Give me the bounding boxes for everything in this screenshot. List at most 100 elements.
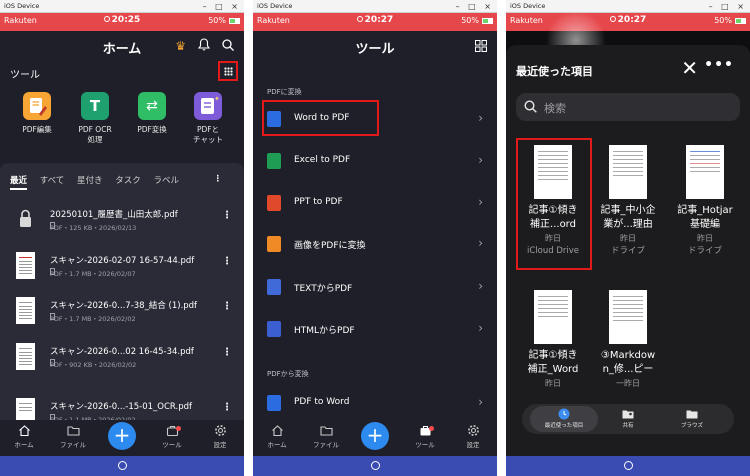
tab-starred[interactable]: 星付き [77, 174, 103, 186]
chat-pdf-icon: ✦ [194, 92, 222, 120]
tab-settings[interactable]: 設定 [200, 424, 240, 449]
picker-tab-bar: 最近使った項目 共有 ブラウズ [522, 404, 734, 434]
file-thumbnail [16, 343, 35, 370]
file-row[interactable]: スキャン-2026-0...7-38_結合 (1).pdf PDF・1.7 MB… [0, 293, 244, 333]
recent-doc-item[interactable]: 記事①傾き 補正_Word 昨日 [514, 290, 592, 390]
file-more-icon[interactable]: ⋮ [222, 256, 232, 267]
menu-label: 画像をPDFに変換 [294, 241, 366, 251]
tab-settings[interactable]: 設定 [453, 424, 493, 449]
word-icon [267, 395, 281, 411]
gear-icon [214, 425, 226, 436]
bottom-tab-bar: ホーム ファイル + ツール 設定 [0, 420, 244, 456]
file-meta: PDF・1.7 MB・2026/02/02 [50, 313, 136, 323]
document-icon [50, 313, 55, 320]
tab-browse[interactable]: ブラウズ [662, 408, 722, 429]
recent-doc-item[interactable]: 記事_Hotjar 基礎編 昨日 ドライブ [666, 145, 744, 258]
menu-pdf-to-word[interactable]: PDF to Word › [253, 388, 497, 418]
battery-indicator: 50% [714, 16, 746, 25]
tab-labels[interactable]: ラベル [153, 174, 179, 186]
menu-excel-to-pdf[interactable]: Excel to PDF › [253, 146, 497, 176]
bottom-tab-bar: ホーム ファイル + ツール 設定 [253, 420, 497, 456]
tool-pdf-convert[interactable]: ⇄ PDF変換 [127, 92, 177, 135]
tabs-more-icon[interactable]: ⋮ [214, 174, 223, 184]
doc-location: ドライブ [610, 246, 645, 256]
recent-doc-item[interactable]: 記事_中小企 業が...理由 昨日 ドライブ [589, 145, 667, 258]
tab-shared[interactable]: 共有 [598, 408, 658, 429]
powerpoint-icon [267, 195, 281, 211]
doc-location: ドライブ [687, 246, 722, 256]
chevron-right-icon: › [478, 279, 483, 293]
menu-text-to-pdf[interactable]: TEXTからPDF › [253, 272, 497, 302]
search-placeholder: 検索 [544, 102, 566, 115]
file-more-icon[interactable]: ⋮ [222, 402, 232, 413]
window-controls[interactable]: – □ × [709, 0, 747, 13]
file-row[interactable]: スキャン-2026-0...02 16-45-34.pdf PDF・902 KB… [0, 339, 244, 379]
close-icon[interactable]: ✕ [681, 58, 698, 78]
folder-icon [686, 410, 698, 419]
window-controls[interactable]: – □ × [456, 0, 494, 13]
window-title: iOS Device [257, 2, 293, 10]
crown-icon[interactable]: ♛ [175, 39, 186, 53]
home-icon [18, 425, 30, 437]
add-button[interactable]: + [361, 422, 389, 450]
tab-home[interactable]: ホーム [4, 424, 44, 449]
file-name: スキャン-2026-02-07 16-57-44.pdf [50, 256, 195, 266]
file-more-icon[interactable]: ⋮ [222, 210, 232, 221]
file-thumbnail [16, 297, 35, 324]
doc-name: 記事①傾き 補正_Word [527, 350, 579, 375]
tab-recent-items[interactable]: 最近使った項目 [534, 408, 594, 429]
menu-image-to-pdf[interactable]: 画像をPDFに変換 › [253, 229, 497, 259]
window-controls[interactable]: – □ × [203, 0, 241, 13]
html-file-icon [267, 321, 281, 337]
search-field[interactable]: 検索 [516, 93, 740, 121]
ocr-icon: T [81, 92, 109, 120]
menu-label: HTMLからPDF [294, 326, 355, 336]
chevron-right-icon: › [478, 153, 483, 167]
tool-pdf-ocr[interactable]: T PDF OCR 処理 [70, 92, 120, 145]
home-button-icon[interactable] [623, 461, 633, 470]
doc-thumbnail [609, 290, 647, 344]
doc-date: 昨日 [545, 379, 561, 388]
tab-recent[interactable]: 最近 [10, 174, 28, 190]
tool-pdf-edit[interactable]: PDF編集 [12, 92, 62, 135]
menu-html-to-pdf[interactable]: HTMLからPDF › [253, 314, 497, 344]
svg-text:✦: ✦ [214, 95, 220, 103]
notification-badge [429, 426, 434, 431]
battery-icon [482, 18, 493, 24]
tab-tools[interactable]: ツール [152, 424, 192, 449]
document-icon [50, 222, 55, 229]
all-tools-grid-button[interactable] [218, 61, 238, 81]
document-icon [50, 359, 55, 366]
section-from-pdf: PDFから変換 [267, 370, 309, 378]
home-button-icon[interactable] [370, 461, 380, 470]
tab-files[interactable]: ファイル [306, 424, 346, 449]
convert-icon: ⇄ [138, 92, 166, 120]
file-more-icon[interactable]: ⋮ [222, 301, 232, 312]
home-button-icon[interactable] [117, 461, 127, 470]
file-name: 20250101_履歴書_山田太郎.pdf [50, 210, 178, 220]
search-icon[interactable] [222, 39, 234, 51]
add-button[interactable]: + [108, 422, 136, 450]
tab-tasks[interactable]: タスク [115, 174, 141, 186]
bell-icon[interactable] [198, 38, 210, 51]
status-bar: Rakuten 20:27 50% [253, 13, 497, 31]
tab-home[interactable]: ホーム [257, 424, 297, 449]
tools-section-title: ツール [10, 70, 40, 81]
file-row[interactable]: スキャン-2026-02-07 16-57-44.pdf PDF・1.7 MB・… [0, 248, 244, 288]
home-indicator-bar [506, 456, 750, 476]
top-bar: ツール [253, 31, 497, 61]
recent-doc-item[interactable]: ③Markdow n_修...ピー 一昨日 [589, 290, 667, 390]
file-more-icon[interactable]: ⋮ [222, 347, 232, 358]
status-bar: Rakuten 20:25 50% [0, 13, 244, 31]
more-options-icon[interactable]: ••• [704, 57, 734, 73]
tool-pdf-chat[interactable]: ✦ PDFと チャット [183, 92, 233, 145]
file-meta: PDF・125 KB・2026/02/13 [50, 222, 137, 232]
grid-view-icon[interactable] [475, 40, 487, 52]
menu-ppt-to-pdf[interactable]: PPT to PDF › [253, 188, 497, 218]
tab-files[interactable]: ファイル [53, 424, 93, 449]
doc-thumbnail [534, 290, 572, 344]
tab-tools[interactable]: ツール [405, 424, 445, 449]
clock-icon [558, 408, 570, 420]
file-row[interactable]: 20250101_履歴書_山田太郎.pdf PDF・125 KB・2026/02… [0, 202, 244, 242]
tab-all[interactable]: すべて [40, 174, 65, 186]
